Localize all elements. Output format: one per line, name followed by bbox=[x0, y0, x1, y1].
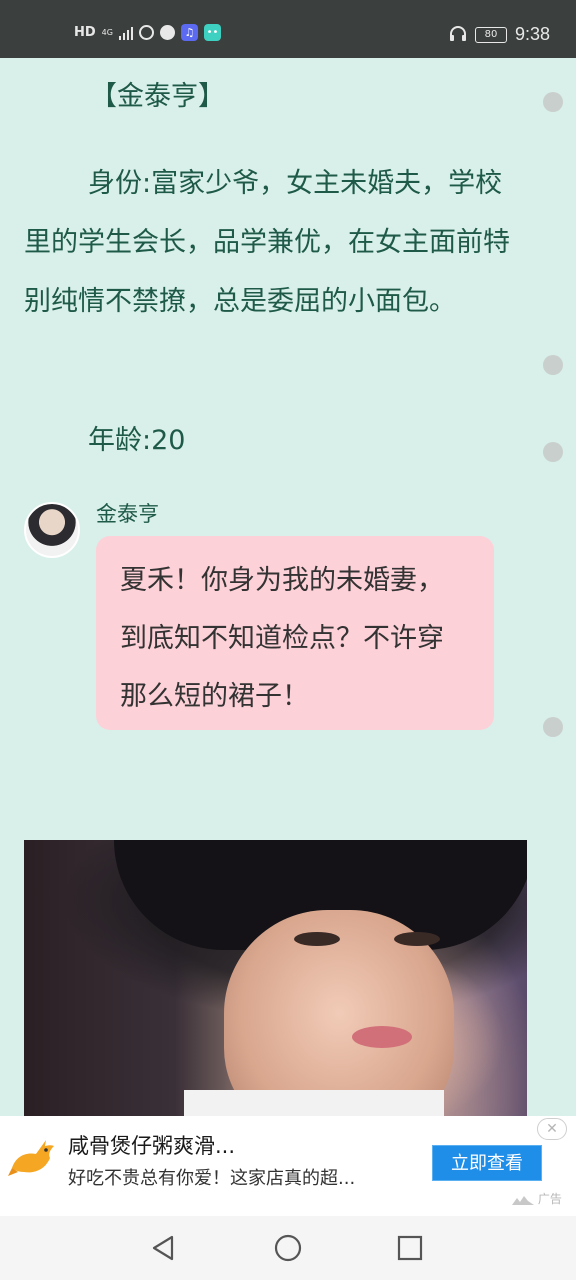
navigation-bar bbox=[0, 1216, 576, 1280]
ad-banner[interactable]: 咸骨煲仔粥爽滑... 好吃不贵总有你爱！这家店真的超... 立即查看 ✕ 广告 bbox=[0, 1116, 576, 1216]
character-photo[interactable] bbox=[24, 840, 527, 1116]
character-name: 【金泰亨】 bbox=[90, 81, 225, 112]
hd-label: HD bbox=[74, 25, 96, 40]
scroll-marker[interactable] bbox=[543, 717, 563, 737]
view-now-button[interactable]: 立即查看 bbox=[432, 1145, 542, 1181]
scroll-marker[interactable] bbox=[543, 442, 563, 462]
scroll-marker[interactable] bbox=[543, 92, 563, 112]
clock: 9:38 bbox=[514, 24, 550, 44]
recents-icon[interactable] bbox=[396, 1234, 424, 1262]
back-icon[interactable] bbox=[150, 1234, 178, 1262]
character-description: 身份:富家少爷，女主未婚夫，学校里的学生会长，品学兼优，在女主面前特别纯情不禁撩… bbox=[24, 168, 510, 317]
battery-icon: 80 bbox=[474, 26, 507, 43]
robot-app-icon: •• bbox=[203, 24, 221, 41]
home-icon[interactable] bbox=[274, 1234, 302, 1262]
chat-message: 夏禾！你身为我的未婚妻，到底知不知道检点？不许穿那么短的裙子！ bbox=[120, 565, 444, 712]
ad-tag-label: 广告 bbox=[537, 1192, 562, 1206]
status-left: HD 4G ♫ •• bbox=[74, 24, 221, 41]
ad-subtitle[interactable]: 好吃不贵总有你爱！这家店真的超... bbox=[68, 1164, 355, 1190]
photo-lips bbox=[352, 1026, 412, 1048]
photo-eye bbox=[394, 932, 440, 946]
close-icon[interactable]: ✕ bbox=[537, 1118, 567, 1140]
ad-title[interactable]: 咸骨煲仔粥爽滑... bbox=[68, 1130, 235, 1160]
ad-tag: 广告 bbox=[512, 1190, 562, 1207]
signal-icon bbox=[118, 26, 133, 40]
story-content[interactable]: 【金泰亨】 身份:富家少爷，女主未婚夫，学校里的学生会长，品学兼优，在女主面前特… bbox=[0, 58, 576, 1116]
scroll-marker[interactable] bbox=[543, 355, 563, 375]
status-right: 80 9:38 bbox=[449, 24, 550, 45]
photo-collar bbox=[184, 1090, 444, 1116]
character-age: 年龄:20 bbox=[88, 425, 186, 456]
bird-logo-icon bbox=[6, 1132, 58, 1184]
avatar[interactable] bbox=[24, 502, 80, 558]
photo-eye bbox=[294, 932, 340, 946]
network-type: 4G bbox=[101, 27, 113, 37]
hotspot-icon bbox=[138, 25, 154, 40]
chat-bubble: 夏禾！你身为我的未婚妻，到底知不知道检点？不许穿那么短的裙子！ bbox=[96, 536, 494, 730]
status-bar: HD 4G ♫ •• 80 9:38 bbox=[0, 0, 576, 58]
globe-icon bbox=[159, 25, 175, 40]
headphones-icon bbox=[449, 25, 467, 45]
speaker-name: 金泰亨 bbox=[96, 502, 159, 526]
music-app-icon: ♫ bbox=[180, 24, 198, 41]
